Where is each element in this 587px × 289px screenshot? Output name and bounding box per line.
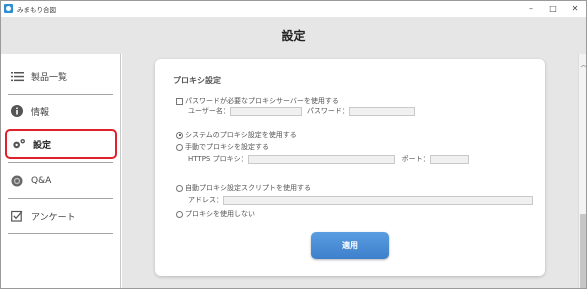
settings-content: プロキシ設定 パスワードが必要なプロキシサーバーを使用する ユーザー名： パスワ… [122, 54, 578, 288]
sidebar-item-label: Q&A [31, 176, 52, 186]
address-row: アドレス： [188, 195, 533, 205]
sidebar-item-qa[interactable]: Q&A [5, 166, 117, 196]
sidebar-item-label: 情報 [31, 107, 50, 118]
radio-label: 手動でプロキシを設定する [185, 143, 269, 151]
radio-label: システムのプロキシ設定を使用する [185, 131, 297, 139]
sidebar-divider [8, 198, 113, 199]
address-label: アドレス： [188, 196, 223, 204]
radio-label: 自動プロキシ設定スクリプトを使用する [185, 184, 311, 192]
proxy-settings-title: プロキシ設定 [173, 76, 221, 85]
window-controls: – □ ✕ [520, 1, 586, 16]
gears-icon [12, 137, 26, 151]
scroll-up-icon[interactable]: ︿ [579, 60, 586, 69]
credentials-row: ユーザー名： パスワード： [188, 106, 415, 116]
proxy-option-none[interactable]: プロキシを使用しない [176, 209, 255, 219]
radio-manual-proxy[interactable] [176, 143, 183, 151]
sidebar-divider [8, 233, 113, 234]
https-proxy-row: HTTPS プロキシ： ポート： [188, 154, 469, 164]
sidebar: 製品一覧 情報 設定 Q&A アンケート [1, 54, 121, 288]
https-proxy-label: HTTPS プロキシ： [188, 155, 248, 163]
vertical-scrollbar[interactable]: ︿ [578, 54, 586, 288]
sidebar-divider [8, 162, 113, 163]
sidebar-item-info[interactable]: 情報 [5, 96, 117, 126]
radio-system-proxy[interactable] [176, 131, 183, 139]
sidebar-item-products[interactable]: 製品一覧 [5, 61, 117, 91]
page-title: 設定 [281, 29, 306, 43]
page-header: 設定 [1, 17, 586, 54]
proxy-settings-card: プロキシ設定 パスワードが必要なプロキシサーバーを使用する ユーザー名： パスワ… [155, 59, 545, 276]
radio-label: プロキシを使用しない [185, 210, 255, 218]
username-input[interactable] [229, 106, 302, 116]
apply-button[interactable]: 適用 [311, 232, 389, 259]
info-icon [10, 104, 24, 118]
scroll-thumb[interactable] [580, 214, 586, 288]
question-icon [10, 174, 24, 188]
proxy-option-system[interactable]: システムのプロキシ設定を使用する [176, 130, 297, 140]
password-label: パスワード： [306, 107, 349, 115]
app-logo-icon [4, 4, 13, 13]
maximize-button[interactable]: □ [542, 1, 564, 16]
https-proxy-input[interactable] [247, 154, 395, 164]
checkbox-icon [10, 209, 24, 223]
password-input[interactable] [348, 106, 415, 116]
port-label: ポート： [401, 155, 430, 163]
sidebar-item-label: アンケート [31, 212, 76, 223]
auth-proxy-label: パスワードが必要なプロキシサーバーを使用する [185, 97, 339, 105]
title-bar: みまもり合図 – □ ✕ [1, 1, 586, 16]
port-input[interactable] [429, 154, 469, 164]
radio-auto-script[interactable] [176, 184, 183, 192]
radio-no-proxy[interactable] [176, 210, 183, 218]
sidebar-divider [8, 94, 113, 95]
proxy-option-auto-script[interactable]: 自動プロキシ設定スクリプトを使用する [176, 183, 311, 193]
minimize-button[interactable]: – [520, 1, 542, 16]
auth-proxy-option[interactable]: パスワードが必要なプロキシサーバーを使用する [176, 96, 339, 106]
sidebar-item-label: 設定 [33, 140, 52, 151]
username-label: ユーザー名： [188, 107, 230, 115]
list-icon [10, 69, 24, 83]
app-window: みまもり合図 – □ ✕ 設定 製品一覧 情報 設定 Q&A アンケート プロキ… [0, 0, 587, 289]
auth-proxy-checkbox[interactable] [176, 97, 183, 105]
address-input[interactable] [223, 195, 533, 205]
proxy-option-manual[interactable]: 手動でプロキシを設定する [176, 142, 269, 152]
sidebar-item-settings[interactable]: 設定 [5, 129, 117, 159]
sidebar-item-label: 製品一覧 [31, 72, 68, 83]
close-button[interactable]: ✕ [564, 1, 586, 16]
sidebar-item-survey[interactable]: アンケート [5, 201, 117, 231]
window-title: みまもり合図 [17, 5, 56, 14]
